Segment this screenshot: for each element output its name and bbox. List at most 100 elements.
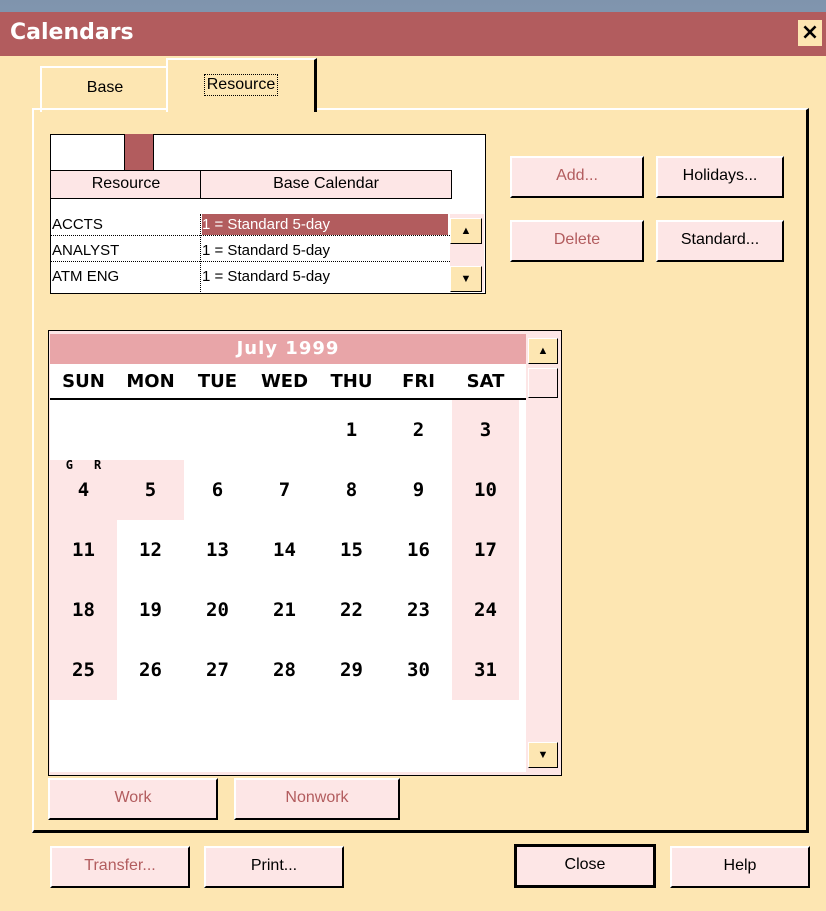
day-number: 24 [474,599,497,621]
calendar-day[interactable]: 24 [452,580,519,640]
calendar-day[interactable]: 4GR [50,458,117,520]
day-number: 1 [345,419,358,441]
calendar-day[interactable]: 7 [251,460,318,520]
calendar-day[interactable]: 19 [117,580,184,640]
calendar-day[interactable]: 16 [385,520,452,580]
calendar-day[interactable]: 23 [385,580,452,640]
month-title: July 1999 [50,334,526,364]
nonwork-button[interactable]: Nonwork [234,778,400,820]
tab-resource-label: Resource [203,74,279,96]
day-number: 14 [273,539,296,561]
title-bar: Calendars × [0,12,826,56]
weekday-label: MON [126,371,175,392]
calendar-day[interactable]: 30 [385,640,452,700]
weekday-label: THU [330,371,373,392]
table-row[interactable]: ACCTS 1 = Standard 5-day [50,214,450,236]
add-button[interactable]: Add... [510,156,644,198]
window-title: Calendars [10,20,134,45]
transfer-button[interactable]: Transfer... [50,846,190,888]
column-header-resource[interactable]: Resource [50,170,202,199]
day-number: 17 [474,539,497,561]
base-calendar-cell: 1 = Standard 5-day [202,242,331,259]
scroll-up-icon[interactable]: ▲ [528,338,558,364]
help-button[interactable]: Help [670,846,810,888]
column-resize-handle[interactable] [124,134,154,170]
calendar-day[interactable]: 27 [184,640,251,700]
day-number: 25 [72,659,95,681]
resource-cell: ANALYST [52,242,120,259]
calendar-day[interactable]: 9 [385,460,452,520]
day-number: 5 [144,479,157,501]
tab-base-label: Base [86,79,124,96]
base-calendar-cell: 1 = Standard 5-day [202,268,331,285]
calendar-day[interactable]: 28 [251,640,318,700]
resource-cell: ATM ENG [52,268,120,285]
close-icon[interactable]: × [798,20,822,46]
calendar-day[interactable]: 22 [318,580,385,640]
calendar-day[interactable]: 3 [452,400,519,460]
calendar-day[interactable]: 21 [251,580,318,640]
calendar-day[interactable]: 13 [184,520,251,580]
work-button[interactable]: Work [48,778,218,820]
day-number: 6 [211,479,224,501]
weekday-label: SAT [466,371,505,392]
print-button[interactable]: Print... [204,846,344,888]
day-number: 22 [340,599,363,621]
calendar-day[interactable]: 10 [452,460,519,520]
close-button[interactable]: Close [514,844,656,888]
weekday-label: SUN [62,371,105,392]
table-row[interactable]: ANALYST 1 = Standard 5-day [50,240,450,262]
calendar-day[interactable]: 20 [184,580,251,640]
day-number: 26 [139,659,162,681]
column-divider [200,214,201,292]
day-number: 9 [412,479,425,501]
day-number: 2 [412,419,425,441]
calendar-day[interactable]: 17 [452,520,519,580]
calendar-day[interactable]: 18 [50,580,117,640]
holidays-button[interactable]: Holidays... [656,156,784,198]
day-number: 18 [72,599,95,621]
day-number: 16 [407,539,430,561]
calendar-day[interactable]: 2 [385,400,452,460]
calendar-day[interactable]: 12 [117,520,184,580]
calendar-day[interactable]: 8 [318,460,385,520]
column-header-base-calendar[interactable]: Base Calendar [200,170,452,199]
calendar-day[interactable]: 31 [452,640,519,700]
day-number: 4GR [65,458,102,501]
calendar-day[interactable]: 6 [184,460,251,520]
calendar-day[interactable]: 11 [50,520,117,580]
scroll-down-icon[interactable]: ▼ [528,742,558,768]
weekday-label: WED [260,371,309,392]
day-number: 31 [474,659,497,681]
table-row[interactable]: ATM ENG 1 = Standard 5-day [50,266,450,288]
delete-button[interactable]: Delete [510,220,644,262]
calendar-day[interactable]: 14 [251,520,318,580]
base-calendar-cell: 1 = Standard 5-day [202,214,448,235]
day-number: 30 [407,659,430,681]
standard-button[interactable]: Standard... [656,220,784,262]
resource-cell: ACCTS [52,216,103,233]
day-number: 19 [139,599,162,621]
day-number: 10 [474,479,497,501]
calendar-day[interactable]: 1 [318,400,385,460]
day-number: 13 [206,539,229,561]
day-number: 27 [206,659,229,681]
tab-base[interactable]: Base [40,66,170,112]
calendar-day[interactable]: 25 [50,640,117,700]
calendar-day[interactable]: 26 [117,640,184,700]
day-number: 11 [72,539,95,561]
tab-resource[interactable]: Resource [166,58,317,112]
calendar-day[interactable]: 5 [117,460,184,520]
day-number: 3 [479,419,492,441]
calendar-day[interactable]: 15 [318,520,385,580]
day-number: 8 [345,479,358,501]
weekday-label: FRI [402,371,435,392]
day-number: 21 [273,599,296,621]
day-number: 23 [407,599,430,621]
scroll-up-icon[interactable]: ▲ [450,218,482,244]
day-marker: R [93,458,102,472]
calendar-day[interactable]: 29 [318,640,385,700]
scroll-down-icon[interactable]: ▼ [450,266,482,292]
day-marker: G [65,458,73,472]
scrollbar-thumb[interactable] [528,368,558,398]
